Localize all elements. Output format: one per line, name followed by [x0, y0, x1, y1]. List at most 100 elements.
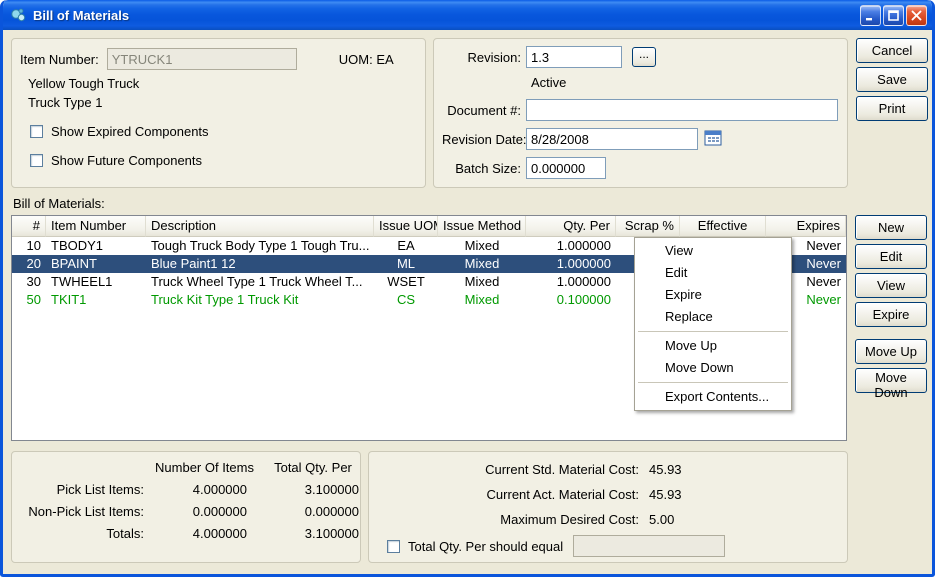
revision-date-label: Revision Date:	[442, 132, 526, 147]
column-header-seq[interactable]: #	[12, 216, 46, 237]
column-header-description[interactable]: Description	[146, 216, 374, 237]
minimize-icon	[865, 10, 876, 21]
menu-item-move-up[interactable]: Move Up	[635, 335, 791, 357]
uom-label: UOM: EA	[339, 52, 394, 67]
cell-qty-per: 1.000000	[526, 255, 616, 273]
cell-seq: 30	[12, 273, 46, 291]
total-qty-equal-label: Total Qty. Per should equal	[408, 539, 563, 554]
menu-item-edit[interactable]: Edit	[635, 262, 791, 284]
totals-label: Totals:	[12, 526, 152, 541]
cell-description: Truck Wheel Type 1 Truck Wheel T...	[146, 273, 374, 291]
menu-item-export-contents[interactable]: Export Contents...	[635, 386, 791, 408]
cell-issue-method: Mixed	[438, 237, 526, 255]
revision-label: Revision:	[442, 50, 526, 65]
menu-item-expire[interactable]: Expire	[635, 284, 791, 306]
move-up-button[interactable]: Move Up	[855, 339, 927, 364]
move-down-button[interactable]: Move Down	[855, 368, 927, 393]
cell-qty-per: 1.000000	[526, 273, 616, 291]
menu-item-view[interactable]: View	[635, 240, 791, 262]
app-icon	[10, 7, 27, 24]
show-expired-checkbox[interactable]	[30, 125, 43, 138]
total-qty-equal-input	[573, 535, 725, 557]
cancel-button[interactable]: Cancel	[856, 38, 928, 63]
current-act-cost-label: Current Act. Material Cost:	[387, 485, 639, 504]
close-button[interactable]	[906, 5, 927, 26]
item-panel: Item Number: UOM: EA Yellow Tough Truck …	[11, 38, 426, 188]
revision-input[interactable]	[526, 46, 622, 68]
client-area: Item Number: UOM: EA Yellow Tough Truck …	[3, 30, 932, 563]
menu-item-replace[interactable]: Replace	[635, 306, 791, 328]
cell-item-number: BPAINT	[46, 255, 146, 273]
cell-issue-uom: CS	[374, 291, 438, 309]
column-header-qty-per[interactable]: Qty. Per	[526, 216, 616, 237]
batch-size-input[interactable]	[526, 157, 606, 179]
print-button[interactable]: Print	[856, 96, 928, 121]
column-header-expires[interactable]: Expires	[766, 216, 846, 237]
column-header-issue-method[interactable]: Issue Method	[438, 216, 526, 237]
costs-panel: Current Std. Material Cost: 45.93 Curren…	[368, 451, 848, 563]
cell-description: Truck Kit Type 1 Truck Kit	[146, 291, 374, 309]
cell-item-number: TKIT1	[46, 291, 146, 309]
expire-button[interactable]: Expire	[855, 302, 927, 327]
show-future-checkbox[interactable]	[30, 154, 43, 167]
menu-item-move-down[interactable]: Move Down	[635, 357, 791, 379]
new-button[interactable]: New	[855, 215, 927, 240]
total-qty-equal-checkbox[interactable]	[387, 540, 400, 553]
totals-qty: 3.100000	[257, 526, 369, 541]
cell-issue-uom: EA	[374, 237, 438, 255]
minimize-button[interactable]	[860, 5, 881, 26]
context-menu: View Edit Expire Replace Move Up Move Do…	[634, 237, 792, 411]
calendar-button[interactable]	[702, 129, 724, 149]
bom-table: # Item Number Description Issue UOM Issu…	[11, 215, 847, 441]
maximize-button[interactable]	[883, 5, 904, 26]
totals-panel: Number Of Items Total Qty. Per Pick List…	[11, 451, 361, 563]
current-act-cost-value: 45.93	[649, 485, 682, 504]
item-description-line2: Truck Type 1	[28, 95, 417, 110]
column-header-item-number[interactable]: Item Number	[46, 216, 146, 237]
revision-date-input[interactable]	[526, 128, 698, 150]
view-button[interactable]: View	[855, 273, 927, 298]
maximize-icon	[888, 10, 899, 21]
revision-panel: Revision: ... Active Document #: Revisio…	[433, 38, 848, 188]
max-desired-cost-label: Maximum Desired Cost:	[387, 510, 639, 529]
cell-issue-method: Mixed	[438, 291, 526, 309]
non-pick-list-items-count: 0.000000	[152, 504, 257, 519]
bill-of-materials-window: Bill of Materials Item Number: UOM: EA Y…	[0, 0, 935, 577]
column-header-scrap[interactable]: Scrap %	[616, 216, 680, 237]
cell-seq: 50	[12, 291, 46, 309]
edit-button[interactable]: Edit	[855, 244, 927, 269]
menu-separator	[638, 382, 788, 383]
column-header-issue-uom[interactable]: Issue UOM	[374, 216, 438, 237]
cell-qty-per: 1.000000	[526, 237, 616, 255]
revision-browse-button[interactable]: ...	[632, 47, 656, 67]
item-number-input	[107, 48, 297, 70]
item-number-label: Item Number:	[20, 52, 99, 67]
cell-item-number: TBODY1	[46, 237, 146, 255]
save-button[interactable]: Save	[856, 67, 928, 92]
cell-seq: 10	[12, 237, 46, 255]
window-title: Bill of Materials	[33, 8, 858, 23]
cell-item-number: TWHEEL1	[46, 273, 146, 291]
cell-qty-per: 0.100000	[526, 291, 616, 309]
calendar-icon	[704, 129, 722, 146]
titlebar[interactable]: Bill of Materials	[3, 0, 932, 30]
uom-value: EA	[376, 52, 393, 67]
cell-issue-uom: WSET	[374, 273, 438, 291]
column-header-effective[interactable]: Effective	[680, 216, 766, 237]
batch-size-label: Batch Size:	[442, 161, 526, 176]
current-std-cost-label: Current Std. Material Cost:	[387, 460, 639, 479]
max-desired-cost-value: 5.00	[649, 510, 674, 529]
document-number-input[interactable]	[526, 99, 838, 121]
number-of-items-header: Number Of Items	[152, 460, 257, 475]
non-pick-list-items-qty: 0.000000	[257, 504, 369, 519]
menu-separator	[638, 331, 788, 332]
current-std-cost-value: 45.93	[649, 460, 682, 479]
bom-table-header: # Item Number Description Issue UOM Issu…	[12, 216, 846, 237]
show-future-row: Show Future Components	[30, 153, 417, 168]
pick-list-items-count: 4.000000	[152, 482, 257, 497]
cell-description: Tough Truck Body Type 1 Tough Tru...	[146, 237, 374, 255]
show-expired-label: Show Expired Components	[51, 124, 209, 139]
document-number-label: Document #:	[442, 103, 526, 118]
pick-list-items-qty: 3.100000	[257, 482, 369, 497]
show-expired-row: Show Expired Components	[30, 124, 417, 139]
